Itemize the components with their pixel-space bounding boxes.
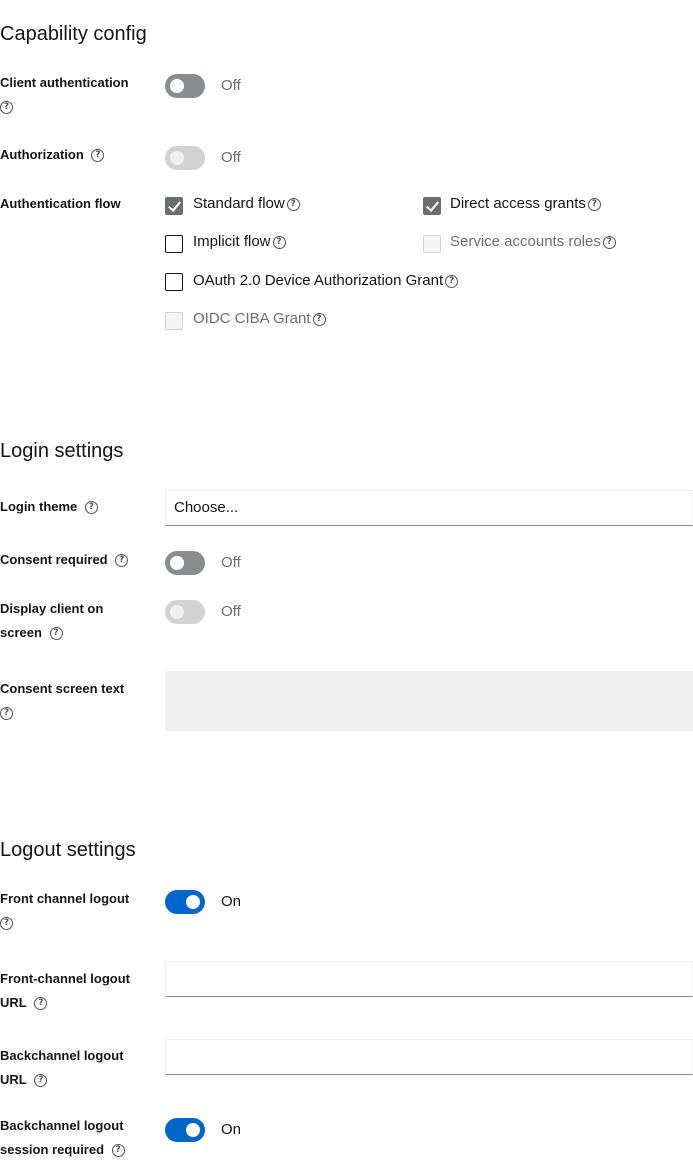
implicit-flow-checkbox[interactable] (165, 235, 183, 253)
display-client-state: Off (221, 603, 241, 620)
login-theme-label-text: Login theme (0, 499, 78, 514)
help-icon[interactable]: ? (587, 197, 601, 211)
help-icon[interactable]: ? (49, 627, 63, 641)
toggle-knob (170, 556, 184, 570)
capability-config-title: Capability config (0, 23, 147, 45)
consent-screen-textarea[interactable] (165, 671, 693, 731)
consent-required-state: Off (221, 554, 241, 571)
backchannel-session-toggle[interactable] (165, 1118, 205, 1142)
toggle-knob (170, 151, 184, 165)
authorization-toggle[interactable] (165, 146, 205, 170)
help-icon[interactable]: ? (312, 312, 326, 326)
help-icon[interactable]: ? (286, 197, 300, 211)
implicit-flow-text: Implicit flow (193, 233, 271, 250)
help-icon[interactable]: ? (602, 235, 616, 249)
service-accounts-roles-text: Service accounts roles (450, 233, 601, 250)
backchannel-url-label-text: Backchannel logout URL (0, 1048, 124, 1087)
consent-screen-text-label: Consent screen text ? (0, 677, 150, 725)
consent-required-label-text: Consent required (0, 552, 108, 567)
help-icon[interactable]: ? (445, 274, 459, 288)
consent-required-label: Consent required ? (0, 548, 150, 572)
direct-access-grants-label: Direct access grants? (450, 194, 601, 214)
oidc-ciba-grant-checkbox[interactable] (165, 312, 183, 330)
help-icon[interactable]: ? (272, 235, 286, 249)
direct-access-grants-text: Direct access grants (450, 195, 586, 212)
toggle-knob (186, 1123, 200, 1137)
logout-settings-title: Logout settings (0, 839, 136, 861)
authorization-label: Authorization ? (0, 143, 150, 167)
backchannel-url-input[interactable] (165, 1039, 693, 1075)
front-channel-logout-label: Front channel logout ? (0, 887, 150, 935)
client-authentication-label-text: Client authentication (0, 75, 129, 90)
help-icon[interactable]: ? (34, 1074, 48, 1088)
front-channel-url-label-text: Front-channel logout URL (0, 971, 130, 1010)
device-authorization-grant-label: OAuth 2.0 Device Authorization Grant? (193, 271, 459, 291)
backchannel-session-state: On (221, 1121, 242, 1138)
client-authentication-toggle[interactable] (165, 74, 205, 98)
help-icon[interactable]: ? (0, 917, 13, 931)
backchannel-session-label-text: Backchannel logout session required (0, 1118, 124, 1157)
standard-flow-checkbox[interactable] (165, 197, 183, 215)
help-icon[interactable]: ? (91, 149, 105, 163)
oidc-ciba-grant-text: OIDC CIBA Grant (193, 310, 311, 327)
login-theme-select[interactable]: Choose... (165, 490, 693, 526)
device-authorization-grant-checkbox[interactable] (165, 273, 183, 291)
toggle-knob (170, 79, 184, 93)
authorization-state: Off (221, 149, 241, 166)
backchannel-session-label: Backchannel logout session required ? (0, 1114, 140, 1162)
oidc-ciba-grant-label: OIDC CIBA Grant? (193, 309, 326, 329)
front-channel-logout-state: On (221, 893, 242, 910)
help-icon[interactable]: ? (111, 1144, 125, 1158)
display-client-label: Display client on screen ? (0, 597, 120, 645)
client-authentication-label: Client authentication ? (0, 71, 150, 119)
standard-flow-label: Standard flow? (193, 194, 300, 214)
toggle-knob (186, 895, 200, 909)
display-client-toggle[interactable] (165, 600, 205, 624)
standard-flow-text: Standard flow (193, 195, 285, 212)
backchannel-url-label: Backchannel logout URL ? (0, 1044, 140, 1092)
help-icon[interactable]: ? (0, 101, 13, 115)
consent-required-toggle[interactable] (165, 551, 205, 575)
authorization-label-text: Authorization (0, 147, 84, 162)
consent-screen-text-label-text: Consent screen text (0, 681, 125, 696)
help-icon[interactable]: ? (34, 997, 48, 1011)
direct-access-grants-checkbox[interactable] (423, 197, 441, 215)
help-icon[interactable]: ? (115, 554, 129, 568)
front-channel-url-input[interactable] (165, 961, 693, 997)
login-theme-label: Login theme ? (0, 495, 150, 519)
implicit-flow-label: Implicit flow? (193, 232, 286, 252)
help-icon[interactable]: ? (0, 707, 13, 721)
toggle-knob (170, 605, 184, 619)
client-authentication-state: Off (221, 77, 241, 94)
front-channel-url-label: Front-channel logout URL ? (0, 967, 145, 1015)
service-accounts-roles-checkbox[interactable] (423, 235, 441, 253)
help-icon[interactable]: ? (84, 501, 98, 515)
login-settings-title: Login settings (0, 440, 124, 462)
device-authorization-grant-text: OAuth 2.0 Device Authorization Grant (193, 272, 444, 289)
service-accounts-roles-label: Service accounts roles? (450, 232, 616, 252)
front-channel-logout-label-text: Front channel logout (0, 891, 130, 906)
authentication-flow-label: Authentication flow (0, 196, 121, 211)
front-channel-logout-toggle[interactable] (165, 890, 205, 914)
